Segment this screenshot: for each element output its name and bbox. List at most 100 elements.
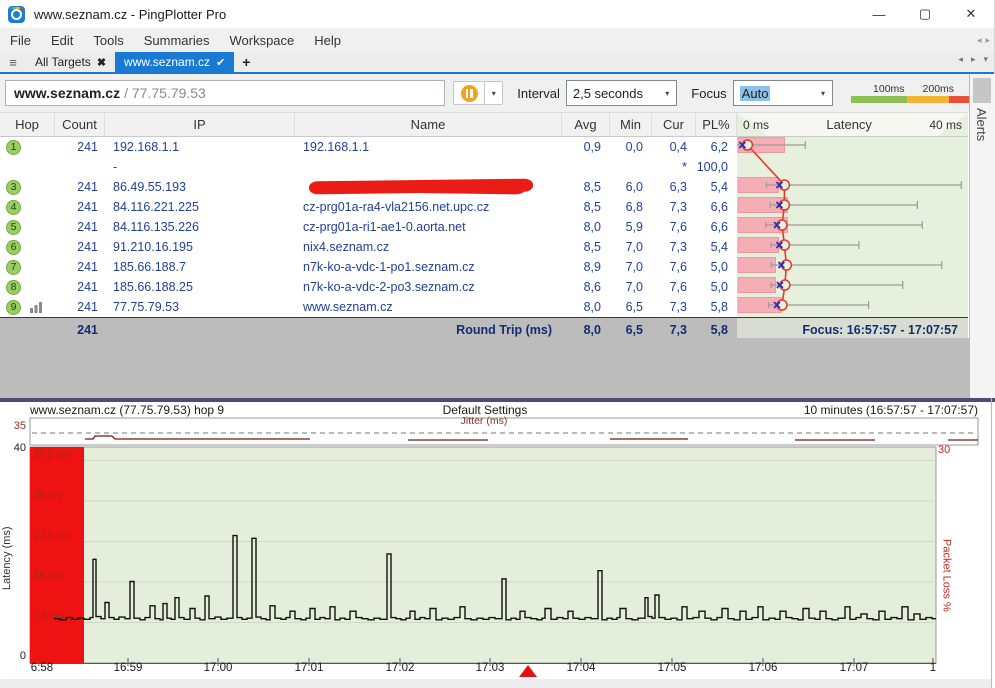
menu-workspace[interactable]: Workspace xyxy=(219,33,304,48)
col-avg[interactable]: Avg xyxy=(562,113,610,136)
alerts-panel-tab[interactable]: Alerts xyxy=(969,74,995,398)
x-tick-label: 17:05 xyxy=(650,662,694,674)
col-min[interactable]: Min xyxy=(610,113,652,136)
table-row[interactable]: 7241185.66.188.7n7k-ko-a-vdc-1-po1.sezna… xyxy=(0,257,968,277)
timeline-panel[interactable]: www.seznam.cz (77.75.79.53) hop 9 Defaul… xyxy=(0,398,995,688)
menu-edit[interactable]: Edit xyxy=(41,33,83,48)
gridline-label: 15 ms xyxy=(34,571,61,582)
tab-close-icon[interactable]: ✖ xyxy=(97,56,106,69)
pause-dropdown-button[interactable]: ▾ xyxy=(485,81,503,105)
avg-cell: 8,0 xyxy=(562,297,610,317)
tab-www-seznam-cz[interactable]: www.seznam.cz ✔ xyxy=(115,52,234,72)
x-tick-label: 17:04 xyxy=(559,662,603,674)
gridline-label: 7.5 ms xyxy=(34,612,64,623)
menu-bar: FileEditToolsSummariesWorkspaceHelp ◂ ▸ xyxy=(0,28,994,52)
ip-cell: 185.66.188.7 xyxy=(105,257,295,277)
col-count[interactable]: Count xyxy=(55,113,105,136)
ip-cell: - xyxy=(105,157,295,177)
hop-number-badge: 1 xyxy=(6,140,21,155)
table-row[interactable]: 624191.210.16.195nix4.seznam.cz8,57,07,3… xyxy=(0,237,968,257)
back-arrow-icon[interactable]: ◂ xyxy=(958,54,963,65)
latency-graph-cell xyxy=(737,257,968,277)
name-cell: 192.168.1.1 xyxy=(295,137,562,157)
cur-cell: 6,3 xyxy=(652,177,696,197)
alerts-scrollbar-thumb[interactable] xyxy=(973,78,991,103)
avg-cell: 8,5 xyxy=(562,177,610,197)
menu-file[interactable]: File xyxy=(0,33,41,48)
maximize-button[interactable]: ▢ xyxy=(902,0,948,28)
count-cell: 241 xyxy=(55,177,105,197)
trace-table: Hop Count IP Name Avg Min Cur PL% 0 ms L… xyxy=(0,112,968,338)
min-cell: 6,5 xyxy=(610,297,652,317)
gridline-label: 22.5 ms xyxy=(34,531,70,542)
table-row[interactable]: 424184.116.221.225cz-prg01a-ra4-vla2156.… xyxy=(0,197,968,217)
forward-arrow-icon[interactable]: ▸ xyxy=(985,35,990,46)
scale-orange-segment xyxy=(907,96,949,103)
ip-cell: 84.116.221.225 xyxy=(105,197,295,217)
menu-summaries[interactable]: Summaries xyxy=(134,33,220,48)
tab-bar: ≡ All Targets ✖ www.seznam.cz ✔ + ◂ ▸ ▾ xyxy=(0,52,994,74)
min-cell: 5,9 xyxy=(610,217,652,237)
scale-red-segment xyxy=(949,96,969,103)
col-pl[interactable]: PL% xyxy=(696,113,737,136)
latency-graph-cell xyxy=(737,137,968,157)
pl-cell: 5,4 xyxy=(696,237,737,257)
min-cell: 7,0 xyxy=(610,277,652,297)
avg-cell: 8,6 xyxy=(562,277,610,297)
pause-button[interactable] xyxy=(453,81,485,105)
name-cell: n7k-ko-a-vdc-1-po1.seznam.cz xyxy=(295,257,562,277)
min-cell: 0,0 xyxy=(610,137,652,157)
target-input[interactable]: www.seznam.cz / 77.75.79.53 xyxy=(5,80,445,106)
pause-icon xyxy=(461,85,478,102)
table-row[interactable]: 924177.75.79.53www.seznam.cz8,06,57,35,8 xyxy=(0,297,968,317)
col-hop[interactable]: Hop xyxy=(0,113,55,136)
col-ip[interactable]: IP xyxy=(105,113,295,136)
ip-cell: 86.49.55.193 xyxy=(105,177,295,197)
latency-axis-min: 0 xyxy=(4,650,26,662)
avg-cell xyxy=(562,157,610,177)
name-cell: n7k-ko-a-vdc-2-po3.seznam.cz xyxy=(295,277,562,297)
window-title: www.seznam.cz - PingPlotter Pro xyxy=(34,7,226,22)
alerts-label: Alerts xyxy=(974,108,989,141)
menu-scroll-arrows[interactable]: ◂ ▸ xyxy=(977,28,990,52)
focus-marker-triangle xyxy=(519,665,537,677)
col-name[interactable]: Name xyxy=(295,113,562,136)
forward-arrow-icon[interactable]: ▸ xyxy=(971,54,976,65)
chevron-down-icon[interactable]: ▾ xyxy=(983,54,988,65)
close-button[interactable]: ✕ xyxy=(948,0,994,28)
cur-cell: 7,6 xyxy=(652,277,696,297)
cur-cell: 0,4 xyxy=(652,137,696,157)
min-cell: 6,0 xyxy=(610,177,652,197)
packet-loss-axis-max: 30 xyxy=(938,444,964,456)
jitter-axis-max: 35 xyxy=(0,420,26,432)
focus-select[interactable]: Auto ▾ xyxy=(733,80,833,106)
latency-graph-cell xyxy=(737,177,968,197)
table-row[interactable]: 8241185.66.188.25n7k-ko-a-vdc-2-po3.sezn… xyxy=(0,277,968,297)
new-tab-button[interactable]: + xyxy=(234,52,258,72)
count-cell: 241 xyxy=(55,297,105,317)
tab-scroll-arrows[interactable]: ◂ ▸ ▾ xyxy=(958,54,988,65)
latency-graph-cell xyxy=(737,297,968,317)
col-cur[interactable]: Cur xyxy=(652,113,696,136)
tab-all-targets[interactable]: All Targets ✖ xyxy=(26,52,115,72)
chevron-down-icon: ▾ xyxy=(814,89,832,98)
table-row[interactable]: 524184.116.135.226cz-prg01a-ri1-ae1-0.ao… xyxy=(0,217,968,237)
minimize-button[interactable]: — xyxy=(856,0,902,28)
interval-select[interactable]: 2,5 seconds ▾ xyxy=(566,80,677,106)
latency-min-label: 0 ms xyxy=(743,118,769,132)
table-row[interactable]: -*100,0 xyxy=(0,157,968,177)
target-ip: / 77.75.79.53 xyxy=(124,85,206,101)
hop-cell: 8 xyxy=(0,277,55,297)
table-row[interactable]: 3 24186.49.55.193 8,56,06,35,4 xyxy=(0,177,968,197)
latency-timeline-chart[interactable]: 7.5 ms15 ms22.5 ms30 ms37.5 ms xyxy=(0,398,995,688)
back-arrow-icon[interactable]: ◂ xyxy=(977,35,982,46)
hop-cell: 4 xyxy=(0,197,55,217)
latency-plot-area xyxy=(30,447,936,663)
menu-help[interactable]: Help xyxy=(304,33,351,48)
pl-cell: 5,4 xyxy=(696,177,737,197)
hop-cell: 6 xyxy=(0,237,55,257)
table-row[interactable]: 1241192.168.1.1192.168.1.10,90,00,46,2 xyxy=(0,137,968,157)
targets-menu-icon[interactable]: ≡ xyxy=(0,52,26,72)
menu-tools[interactable]: Tools xyxy=(83,33,133,48)
hop-number-badge: 3 xyxy=(6,180,21,195)
